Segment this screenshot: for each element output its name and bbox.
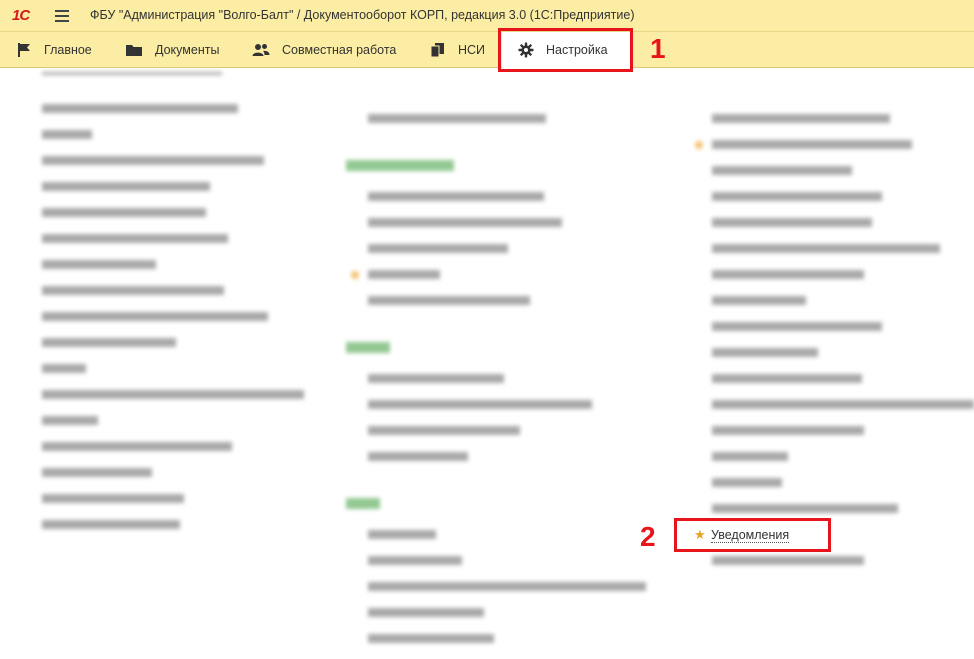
- section-label: Документы: [155, 42, 220, 57]
- section-label: Главное: [44, 42, 92, 57]
- main-menu-icon[interactable]: [55, 10, 69, 22]
- folder-icon: [126, 44, 142, 56]
- section-documents[interactable]: Документы: [125, 32, 219, 67]
- people-icon: [252, 43, 270, 56]
- title-bar: 1С ФБУ "Администрация "Волго-Балт" / Док…: [0, 0, 974, 32]
- section-collaboration[interactable]: Совместная работа: [252, 32, 396, 67]
- section-reference-data[interactable]: НСИ: [430, 32, 485, 67]
- section-label: Совместная работа: [282, 42, 397, 57]
- flag-icon: [18, 42, 30, 57]
- app-logo: 1С: [12, 7, 30, 24]
- window-title: ФБУ "Администрация "Волго-Балт" / Докуме…: [90, 8, 635, 22]
- callout-number-1: 1: [650, 33, 666, 64]
- callout-number-2: 2: [640, 521, 656, 552]
- copy-icon: [430, 42, 444, 57]
- section-label: НСИ: [458, 42, 486, 57]
- section-panel: Главное Документы Совместная работа НСИ: [0, 32, 974, 68]
- section-main[interactable]: Главное: [16, 32, 92, 67]
- callout-box-2: [674, 518, 831, 552]
- callout-box-1: [498, 28, 633, 72]
- blurred-column-left: [42, 72, 974, 643]
- settings-content: ★ Уведомления: [0, 68, 974, 659]
